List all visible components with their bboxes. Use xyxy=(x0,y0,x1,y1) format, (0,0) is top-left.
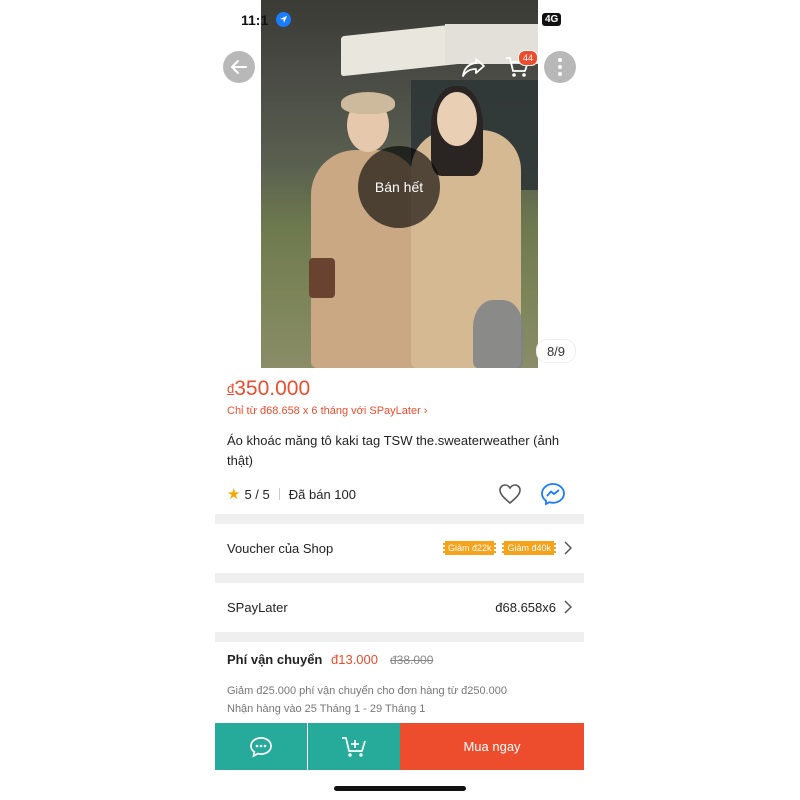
sold-count: Đã bán 100 xyxy=(288,486,356,502)
umbrella xyxy=(473,300,523,368)
rating-value: 5 / 5 xyxy=(244,486,270,502)
delivery-estimate: Nhận hàng vào 25 Tháng 1 - 29 Tháng 1 xyxy=(227,703,426,715)
location-icon xyxy=(276,12,291,27)
network-indicator: 4G xyxy=(542,13,562,26)
voucher-tags: Giảm đ22k Giảm đ40k xyxy=(437,541,556,555)
divider xyxy=(278,488,280,500)
add-to-cart-button[interactable] xyxy=(308,723,400,770)
section-divider xyxy=(215,514,584,524)
more-icon xyxy=(558,58,562,76)
voucher-row[interactable]: Voucher của Shop Giảm đ22k Giảm đ40k xyxy=(227,536,572,560)
shipping-price: đ13.000 xyxy=(331,652,378,667)
installment-link[interactable]: Chỉ từ đ68.658 x 6 tháng với SPayLater › xyxy=(227,405,427,417)
product-price: đ350.000 xyxy=(227,377,310,401)
cart-count-badge: 44 xyxy=(518,50,538,66)
share-icon xyxy=(462,58,485,77)
voucher-label: Voucher của Shop xyxy=(227,540,334,556)
shipping-discount-note: Giảm đ25.000 phí vận chuyển cho đơn hàng… xyxy=(227,685,508,697)
spaylater-value: đ68.658x6 xyxy=(495,599,556,615)
share-button[interactable] xyxy=(458,51,490,83)
chat-icon xyxy=(250,736,272,758)
voucher-tag: Giảm đ40k xyxy=(502,541,556,555)
shipping-note: Giảm đ25.000 phí vận chuyển cho đơn hàng… xyxy=(227,682,507,718)
rating-row: ★ 5 / 5 Đã bán 100 xyxy=(227,485,356,503)
section-divider xyxy=(215,632,584,642)
back-button[interactable] xyxy=(223,51,255,83)
product-title: Áo khoác măng tô kaki tag TSW the.sweate… xyxy=(227,433,560,468)
messenger-icon xyxy=(541,483,565,506)
app-screen: Bán hết 11:1 4G 44 8/9 đ350.000 Chỉ từ đ… xyxy=(215,0,584,800)
home-indicator xyxy=(334,786,466,791)
image-counter: 8/9 xyxy=(536,339,576,363)
star-icon: ★ xyxy=(227,486,241,503)
model-head xyxy=(437,92,477,146)
heart-icon xyxy=(499,484,521,505)
section-divider xyxy=(215,573,584,583)
shipping-label: Phí vận chuyển xyxy=(227,652,323,667)
beret xyxy=(341,92,395,114)
price-value: 350.000 xyxy=(234,377,311,400)
spaylater-row[interactable]: SPayLater đ68.658x6 xyxy=(227,595,572,619)
chat-button[interactable] xyxy=(215,723,307,770)
add-to-cart-icon xyxy=(342,736,366,757)
shipping-old-price: đ38.000 xyxy=(390,653,434,667)
buy-now-button[interactable]: Mua ngay xyxy=(400,723,584,770)
share-messenger-button[interactable] xyxy=(540,482,566,511)
more-button[interactable] xyxy=(544,51,576,83)
spaylater-label: SPayLater xyxy=(227,599,288,615)
handbag xyxy=(309,258,335,298)
status-time: 11:1 xyxy=(241,12,269,28)
chevron-right-icon xyxy=(564,541,572,555)
sold-out-overlay: Bán hết xyxy=(358,146,440,228)
awning xyxy=(341,23,461,77)
favorite-button[interactable] xyxy=(498,483,522,510)
product-image[interactable]: Bán hết xyxy=(261,0,538,368)
chevron-right-icon xyxy=(564,600,572,614)
voucher-tag: Giảm đ22k xyxy=(442,541,497,555)
back-arrow-icon xyxy=(231,60,247,74)
